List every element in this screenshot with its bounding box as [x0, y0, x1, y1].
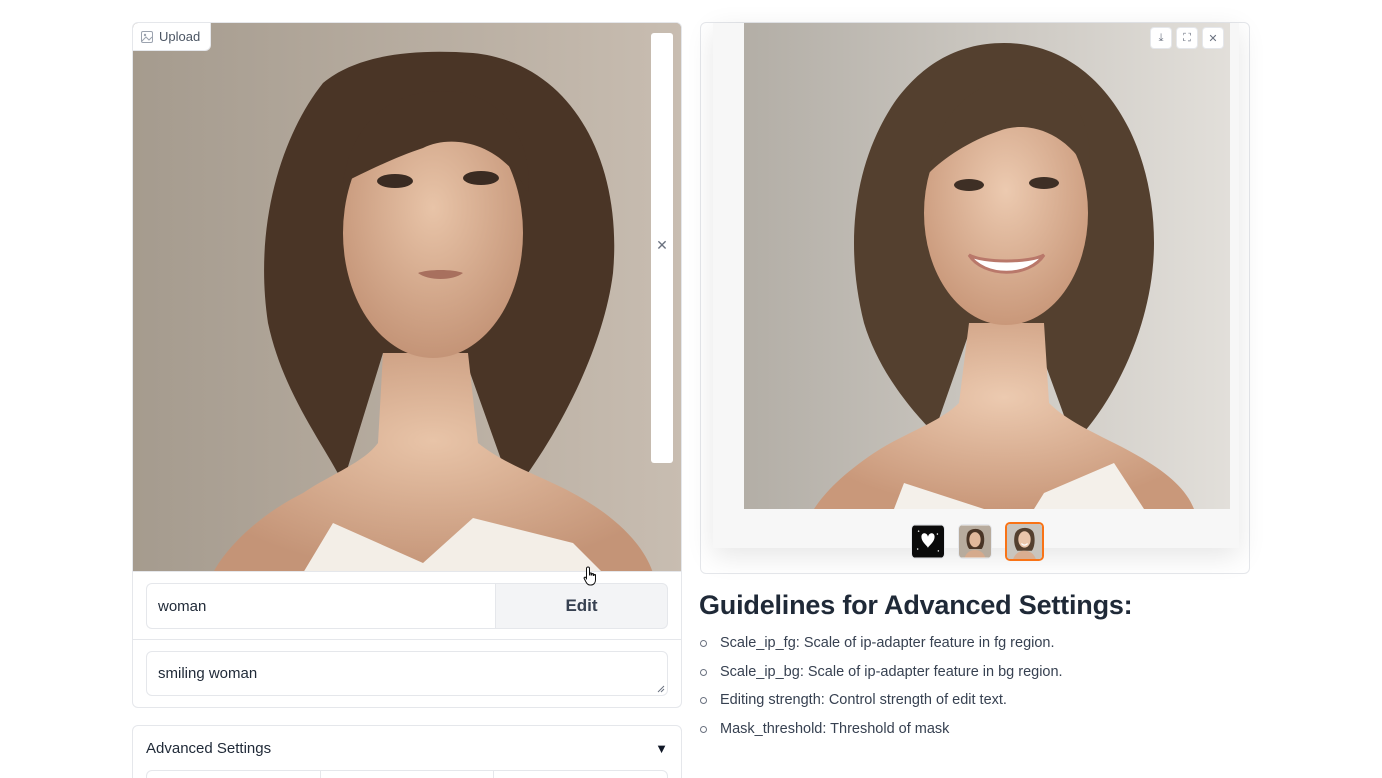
source-thumbnail[interactable]: [958, 524, 992, 559]
result-portrait-image: [744, 23, 1230, 509]
target-prompt-text: smiling woman: [158, 665, 258, 682]
advanced-settings-label: Advanced Settings: [146, 739, 272, 757]
guideline-item: Editing strength: Control strength of ed…: [699, 692, 1259, 721]
close-icon[interactable]: ✕: [655, 238, 669, 252]
advanced-field[interactable]: [321, 771, 495, 778]
advanced-settings-fields: [146, 770, 668, 778]
image-icon: [141, 30, 153, 43]
fullscreen-icon[interactable]: ⛶: [1176, 27, 1198, 49]
guidelines-title: Guidelines for Advanced Settings:: [699, 590, 1133, 620]
guideline-item: Mask_threshold: Threshold of mask: [699, 721, 1259, 750]
advanced-field[interactable]: [494, 771, 667, 778]
advanced-field[interactable]: [147, 771, 321, 778]
mask-thumbnail[interactable]: [911, 524, 945, 559]
close-icon[interactable]: ✕: [1202, 27, 1224, 49]
edit-row: woman Edit: [132, 572, 682, 640]
target-prompt-box: smiling woman: [132, 640, 682, 708]
guidelines-list: Scale_ip_fg: Scale of ip-adapter feature…: [699, 635, 1259, 750]
edit-button[interactable]: Edit: [495, 583, 668, 629]
guideline-item: Scale_ip_fg: Scale of ip-adapter feature…: [699, 635, 1259, 664]
target-prompt-input[interactable]: smiling woman: [146, 651, 668, 696]
guidelines-section: Guidelines for Advanced Settings: Scale_…: [699, 590, 1259, 750]
input-portrait-image: [133, 23, 681, 571]
gallery-toolbar: ⤓ ⛶ ✕: [1150, 27, 1224, 49]
gallery-thumbnails: [911, 522, 1044, 561]
output-gallery: ⤓ ⛶ ✕: [700, 22, 1250, 574]
chevron-down-icon[interactable]: ▼: [655, 741, 668, 756]
upload-tab[interactable]: Upload: [133, 23, 212, 51]
guideline-item: Scale_ip_bg: Scale of ip-adapter feature…: [699, 664, 1259, 693]
result-thumbnail[interactable]: [1005, 522, 1044, 561]
source-prompt-input[interactable]: woman: [146, 583, 495, 629]
input-image-panel[interactable]: Upload ✕: [132, 22, 682, 572]
advanced-settings-accordion[interactable]: Advanced Settings ▼: [132, 725, 682, 778]
input-column: Upload ✕ woman Edit smiling woman: [132, 22, 682, 708]
resize-grip-icon[interactable]: [657, 685, 665, 693]
hand-cursor-icon: [583, 566, 596, 586]
gallery-preview: ⤓ ⛶ ✕: [713, 23, 1239, 548]
advanced-settings-header[interactable]: Advanced Settings ▼: [146, 726, 668, 770]
upload-label: Upload: [159, 29, 201, 44]
download-icon[interactable]: ⤓: [1150, 27, 1172, 49]
output-image[interactable]: [744, 23, 1230, 509]
